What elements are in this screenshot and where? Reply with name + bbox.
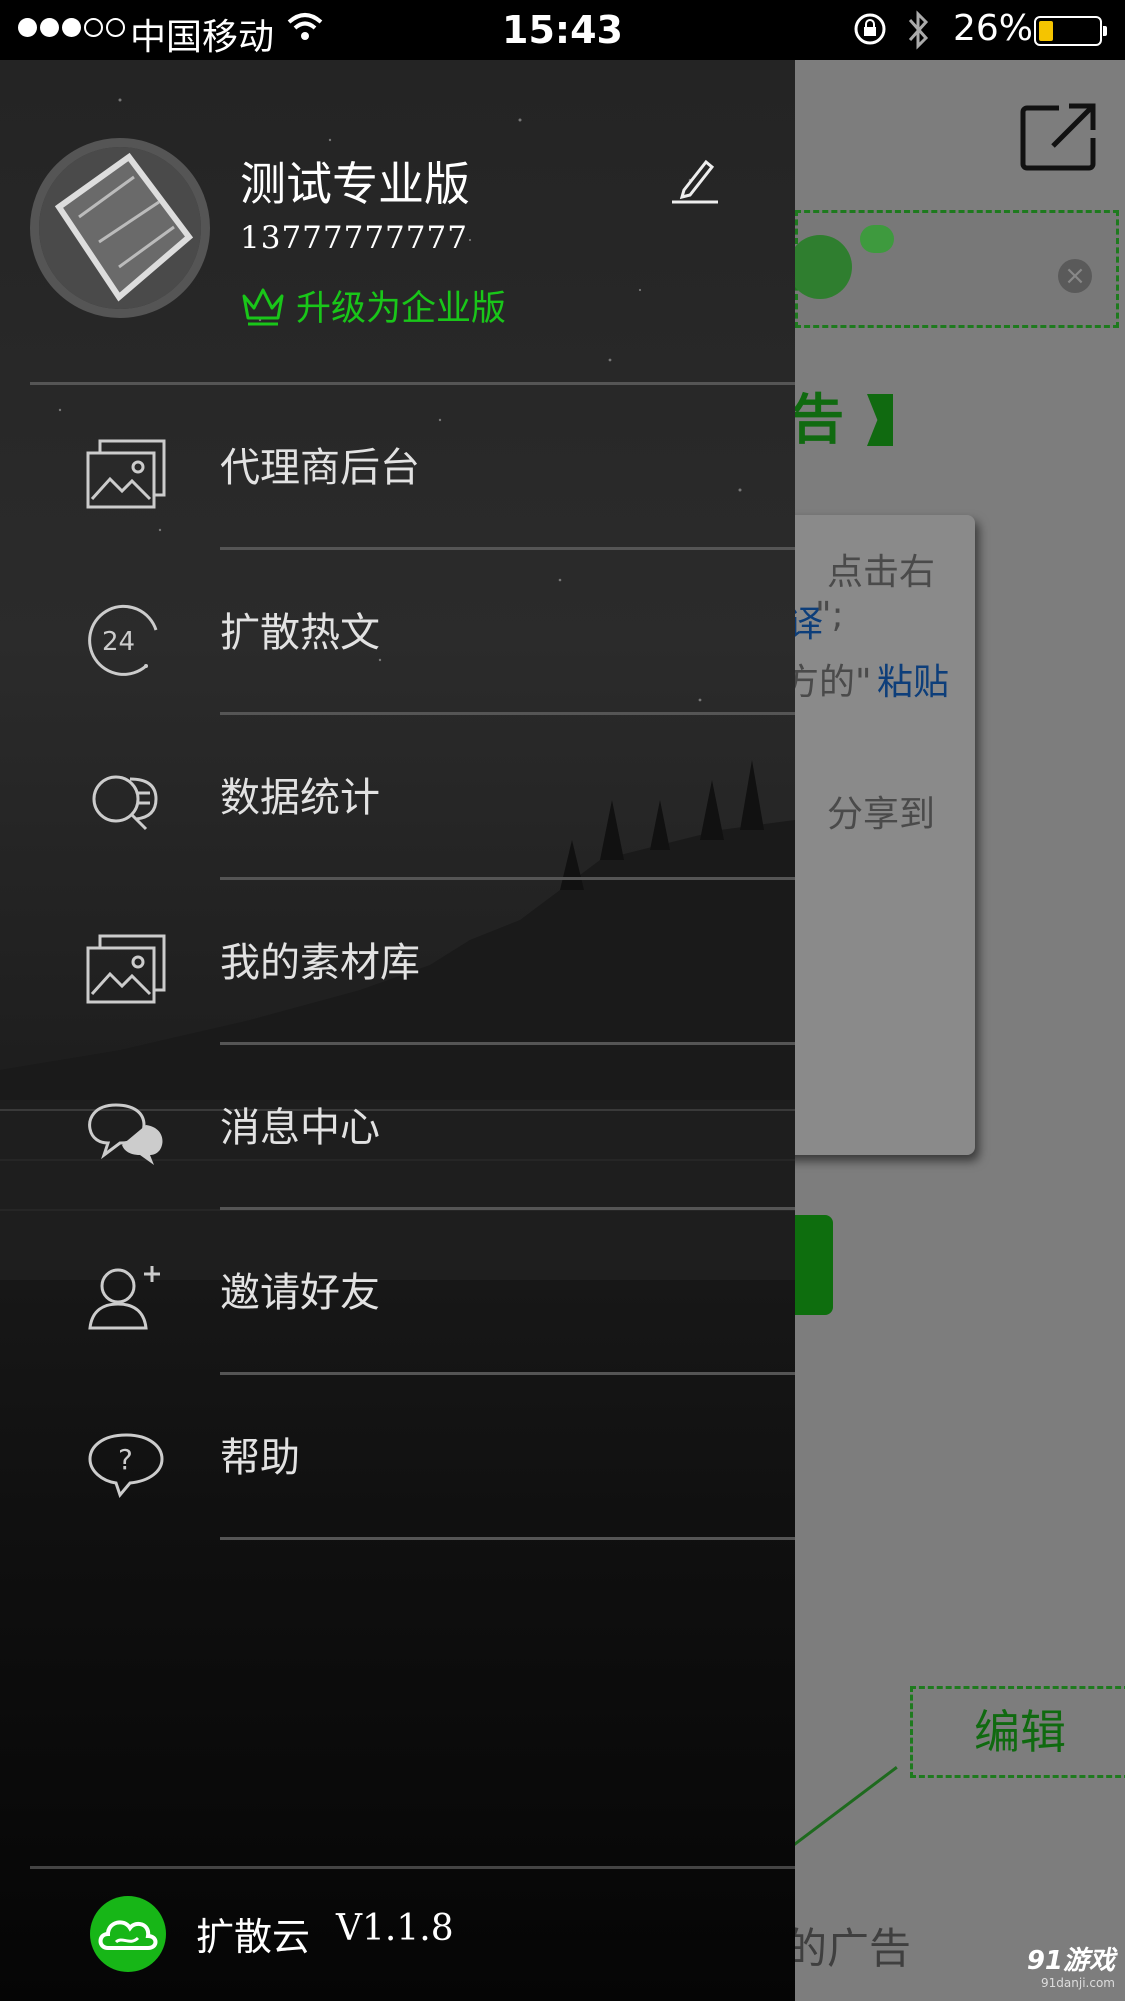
picture-icon [86,439,166,509]
card-text: 点击右 [827,552,936,593]
picture-icon [86,934,166,1004]
instruction-card: 点击右 译 "; 方的" 粘贴 分享到 [795,515,975,1155]
chat-bubbles-icon [88,1103,163,1165]
app-version: V1.1.8 [336,1908,454,1949]
card-text: 方的" [795,662,872,703]
24-hour-icon: 24 [88,604,158,676]
menu-label: 我的素材库 [220,940,420,986]
cloud-logo-icon [98,1920,158,1950]
watermark-brand: 91游戏 [1026,1946,1115,1976]
crown-icon [242,288,284,325]
watermark-domain: 91danji.com [1041,1976,1115,1990]
menu-label: 数据统计 [220,775,380,821]
menu-label: 代理商后台 [220,445,420,491]
bluetooth-icon [908,10,929,50]
connector-line [795,1766,898,1853]
search-list-icon [92,775,158,831]
menu-item-help[interactable]: ? 帮助 [0,1375,795,1540]
card-text: 分享到 [827,794,936,835]
share-icon[interactable] [1019,102,1099,174]
drawer-menu: 代理商后台 24 扩散热文 数据统计 我的素材库 消息中心 邀请好友 ? 帮助 [0,385,795,1540]
upgrade-label: 升级为企业版 [296,289,507,329]
clover-icon [795,235,852,299]
menu-item-data-statistics[interactable]: 数据统计 [0,715,795,880]
menu-item-material-library[interactable]: 我的素材库 [0,880,795,1045]
ad-caption: 的广告 [795,1924,912,1973]
help-bubble-icon: ? [88,1433,164,1499]
card-text: "; [815,595,844,636]
edit-pencil-icon[interactable] [668,154,720,206]
title-marker-icon [867,394,893,446]
avatar-image [39,147,201,309]
svg-text:24: 24 [102,627,135,657]
watermark: 91游戏 91danji.com [1015,1946,1125,2001]
menu-label: 消息中心 [220,1105,380,1151]
ad-banner[interactable]: × [795,210,1119,328]
section-title: 告 [795,388,844,451]
menu-label: 邀请好友 [220,1270,380,1316]
divider [220,1537,795,1540]
avatar[interactable] [30,138,210,318]
menu-item-agent-backend[interactable]: 代理商后台 [0,385,795,550]
background-page[interactable]: × 告 点击右 译 "; 方的" 粘贴 分享到 编辑 的广告 [795,60,1125,2001]
action-button[interactable] [795,1215,833,1315]
battery-icon [1034,16,1107,46]
menu-label: 帮助 [220,1435,300,1481]
app-name: 扩散云 [196,1915,311,1959]
status-bar: 中国移动 15:43 26% [0,0,1125,60]
battery-percent: 26% [953,8,1034,49]
menu-item-message-center[interactable]: 消息中心 [0,1045,795,1210]
upgrade-link[interactable]: 升级为企业版 [240,280,506,331]
rotation-lock-icon [854,13,886,45]
wechat-icon [860,225,894,253]
edit-button[interactable]: 编辑 [910,1686,1125,1778]
menu-item-trending-articles[interactable]: 24 扩散热文 [0,550,795,715]
card-link: 粘贴 [877,662,950,703]
divider [30,1866,795,1869]
navigation-drawer: 测试专业版 13777777777 升级为企业版 代理商后台 24 扩散热文 数… [0,60,795,2001]
close-icon[interactable]: × [1058,259,1092,293]
add-user-icon [88,1266,160,1330]
app-logo [90,1896,166,1972]
menu-item-invite-friends[interactable]: 邀请好友 [0,1210,795,1375]
svg-text:?: ? [118,1443,133,1476]
menu-label: 扩散热文 [220,610,380,656]
profile-name: 测试专业版 [240,157,470,211]
profile-phone: 13777777777 [240,220,468,256]
